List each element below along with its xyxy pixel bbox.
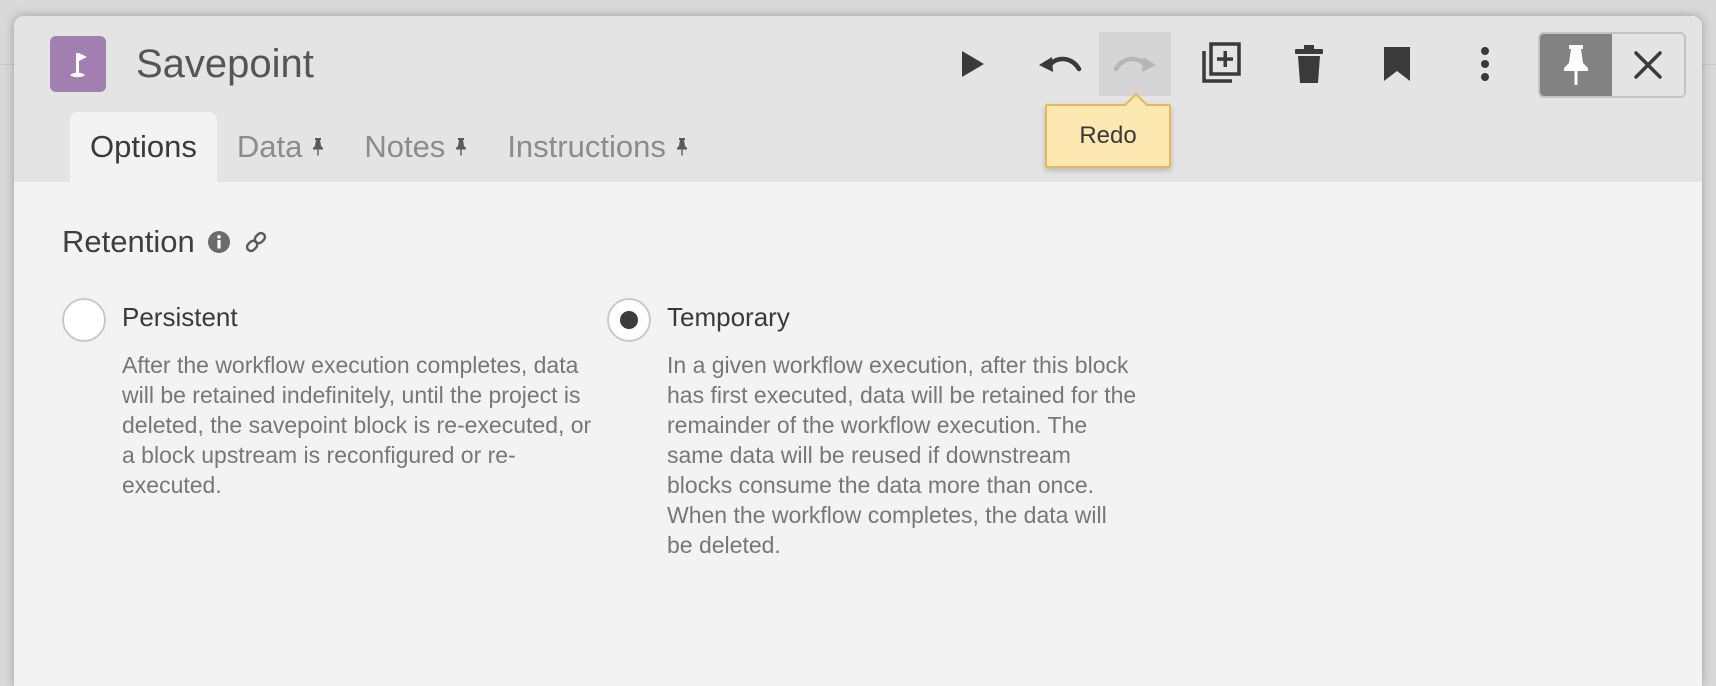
option-description: In a given workflow execution, after thi… <box>667 352 1137 558</box>
option-label: Temporary <box>667 302 790 332</box>
tab-label: Options <box>90 129 197 164</box>
tab-notes[interactable]: Notes <box>344 112 487 182</box>
tab-options[interactable]: Options <box>70 112 217 182</box>
retention-section-title: Retention <box>62 222 269 262</box>
trash-icon <box>1295 45 1323 83</box>
tab-label: Data <box>236 129 303 164</box>
panel-header: Savepoint Options Data Notes Instruction… <box>14 16 1702 182</box>
option-label: Persistent <box>122 302 238 332</box>
tooltip-text: Redo <box>1079 122 1137 149</box>
undo-icon <box>1039 56 1082 72</box>
tab-label: Notes <box>364 129 446 164</box>
run-button[interactable] <box>936 32 1008 96</box>
duplicate-button[interactable] <box>1185 32 1257 96</box>
info-icon[interactable] <box>207 230 231 254</box>
retention-title: Retention <box>62 224 195 259</box>
pin-button[interactable] <box>1540 34 1612 96</box>
pin-icon <box>313 138 324 156</box>
bookmark-button[interactable] <box>1361 32 1433 96</box>
close-icon <box>1634 51 1662 79</box>
undo-button[interactable] <box>1024 32 1096 96</box>
pin-icon <box>1564 45 1588 85</box>
play-icon <box>962 51 984 77</box>
flag-icon <box>50 36 106 92</box>
close-button[interactable] <box>1612 34 1684 96</box>
pin-icon <box>456 138 467 156</box>
duplicate-icon <box>1202 42 1241 83</box>
redo-tooltip: Redo <box>1045 92 1171 168</box>
more-vertical-icon <box>1481 47 1489 81</box>
redo-icon <box>1113 56 1156 72</box>
tab-instructions[interactable]: Instructions <box>487 112 708 182</box>
link-icon[interactable] <box>243 229 269 255</box>
tab-label: Instructions <box>507 129 666 164</box>
tab-data[interactable]: Data <box>217 112 344 182</box>
option-description: After the workflow execution completes, … <box>122 352 592 498</box>
pin-icon <box>676 138 687 156</box>
more-button[interactable] <box>1449 32 1521 96</box>
delete-button[interactable] <box>1273 32 1345 96</box>
redo-button[interactable] <box>1099 32 1171 96</box>
tab-bar: Options Data Notes Instructions <box>70 112 708 182</box>
radio-persistent[interactable] <box>62 298 106 342</box>
block-title: Savepoint <box>136 41 314 86</box>
block-panel: Savepoint Options Data Notes Instruction… <box>14 16 1702 686</box>
pin-close-group <box>1538 32 1686 98</box>
radio-temporary[interactable] <box>607 298 651 342</box>
radio-selected-dot <box>620 311 638 329</box>
bookmark-icon <box>1384 47 1410 81</box>
